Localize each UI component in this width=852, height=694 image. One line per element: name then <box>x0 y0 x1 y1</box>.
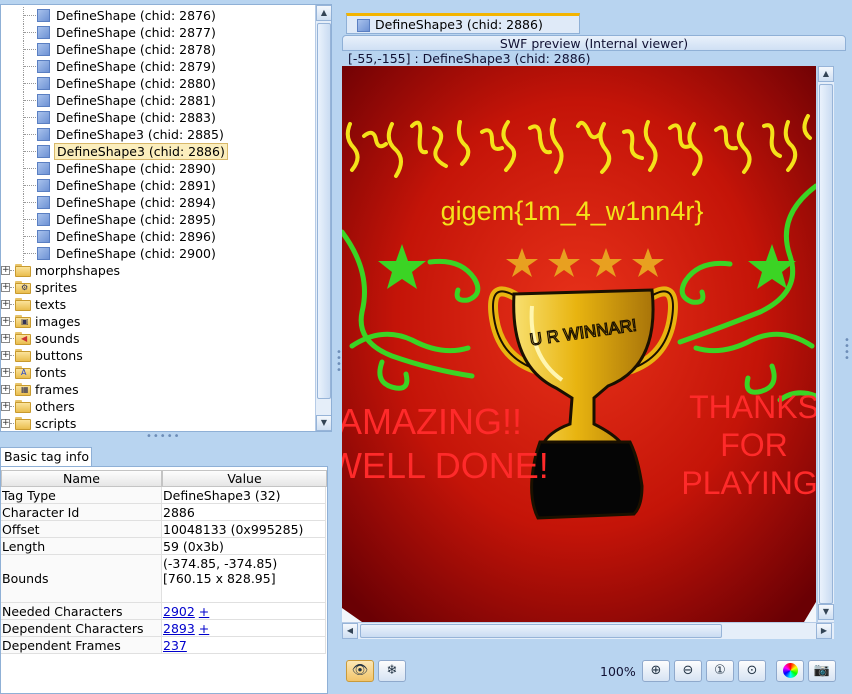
thanks-text: THANKS <box>689 389 816 425</box>
dependent-character-link[interactable]: 2893 <box>163 621 195 636</box>
folder-icon <box>15 349 31 362</box>
shape-icon <box>37 77 50 90</box>
folder-icon: ▣ <box>15 315 31 328</box>
tag-tree-panel: DefineShape (chid: 2876) DefineShape (ch… <box>0 4 332 432</box>
playing-text: PLAYING! <box>681 465 816 501</box>
preview-hscroll-thumb[interactable] <box>360 624 722 638</box>
shape-icon <box>37 111 50 124</box>
needed-characters-expand-link[interactable]: + <box>199 604 209 619</box>
for-text: FOR <box>720 427 788 463</box>
zoom-out-icon[interactable]: ⊖ <box>674 660 702 682</box>
table-row: Length 59 (0x3b) <box>1 538 327 555</box>
table-row: Offset 10048133 (0x995285) <box>1 521 327 538</box>
zoom-fit-icon[interactable]: ① <box>706 660 734 682</box>
table-row: Dependent Frames 237 <box>1 637 327 654</box>
preview-vscroll-thumb[interactable] <box>819 84 833 604</box>
horizontal-splitter-grip[interactable]: ••••• <box>146 432 182 442</box>
preview-area: • • • • • • • • DefineShape3 (chid: 2886) SWF … <box>336 0 852 694</box>
scroll-up-icon[interactable]: ▲ <box>818 66 834 82</box>
folder-icon <box>15 400 31 413</box>
folder-icon <box>15 264 31 277</box>
expand-icon[interactable]: + <box>1 368 10 377</box>
shape-icon <box>37 247 50 260</box>
dependent-characters-expand-link[interactable]: + <box>199 621 209 636</box>
scroll-up-icon[interactable]: ▲ <box>316 5 331 21</box>
preview-horizontal-scrollbar[interactable]: ◀ ▶ <box>342 622 834 639</box>
preview-vertical-scrollbar[interactable]: ▲ ▼ <box>817 66 834 622</box>
folder-icon: ▦ <box>15 383 31 396</box>
swf-preview-header: SWF preview (Internal viewer) <box>342 35 846 51</box>
expand-icon[interactable]: + <box>1 419 10 428</box>
shape-icon <box>37 60 50 73</box>
scroll-left-icon[interactable]: ◀ <box>342 623 358 639</box>
expand-icon[interactable]: + <box>1 385 10 394</box>
needed-character-link[interactable]: 2902 <box>163 604 195 619</box>
scroll-down-icon[interactable]: ▼ <box>316 415 331 431</box>
column-header-name[interactable]: Name <box>1 470 162 487</box>
tab-defineshape3-2886[interactable]: DefineShape3 (chid: 2886) <box>346 13 580 34</box>
expand-icon[interactable]: + <box>1 283 10 292</box>
shape-icon <box>37 26 50 39</box>
basic-tag-info-panel: Name Value Tag Type DefineShape3 (32) Ch… <box>0 466 328 694</box>
folder-icon <box>15 298 31 311</box>
scroll-down-icon[interactable]: ▼ <box>818 604 834 620</box>
shape-icon <box>37 128 50 141</box>
zoom-in-icon[interactable]: ⊕ <box>642 660 670 682</box>
table-row: Bounds (-374.85, -374.85)[760.15 x 828.9… <box>1 555 327 603</box>
shape-icon <box>357 19 370 32</box>
expand-icon[interactable]: + <box>1 317 10 326</box>
expand-icon[interactable]: + <box>1 402 10 411</box>
coordinates-label: [-55,-155] : DefineShape3 (chid: 2886) <box>348 51 591 66</box>
table-row: Needed Characters 2902 + <box>1 603 327 620</box>
shape-icon <box>37 196 50 209</box>
scroll-right-icon[interactable]: ▶ <box>816 623 832 639</box>
eye-icon[interactable]: 👁 <box>346 660 374 682</box>
color-wheel-icon[interactable] <box>776 660 804 682</box>
expand-icon[interactable]: + <box>1 266 10 275</box>
zoom-reset-icon[interactable]: ⊙ <box>738 660 766 682</box>
table-row: Dependent Characters 2893 + <box>1 620 327 637</box>
shape-icon <box>37 43 50 56</box>
table-header: Name Value <box>1 470 327 487</box>
amazing-text: AMAZING!! <box>342 401 522 442</box>
folder-icon: ◀ <box>15 332 31 345</box>
shape-icon <box>37 94 50 107</box>
shape-icon <box>37 9 50 22</box>
tag-tree: DefineShape (chid: 2876) DefineShape (ch… <box>1 5 315 431</box>
tab-basic-tag-info[interactable]: Basic tag info <box>0 447 92 466</box>
flag-text: gigem{1m_4_w1nn4r} <box>441 196 704 226</box>
shape-icon <box>37 213 50 226</box>
shape-icon <box>37 179 50 192</box>
folder-icon: ⚙ <box>15 281 31 294</box>
dependent-frame-link[interactable]: 237 <box>163 638 187 653</box>
expand-icon[interactable]: + <box>1 334 10 343</box>
camera-icon[interactable]: 📷 <box>808 660 836 682</box>
column-header-value[interactable]: Value <box>162 470 327 487</box>
tree-scroll-thumb[interactable] <box>317 23 331 399</box>
shape-icon <box>37 162 50 175</box>
table-row: Character Id 2886 <box>1 504 327 521</box>
folder-icon <box>15 417 31 430</box>
swf-preview-canvas[interactable]: gigem{1m_4_w1nn4r} U R WINNAR! AMAZING!!… <box>342 66 816 622</box>
well-done-text: WELL DONE! <box>342 445 549 486</box>
snowflake-icon[interactable]: ❄ <box>378 660 406 682</box>
expand-icon[interactable]: + <box>1 300 10 309</box>
expand-icon[interactable]: + <box>1 351 10 360</box>
right-splitter-grip[interactable]: • • • • <box>844 336 850 364</box>
table-row: Tag Type DefineShape3 (32) <box>1 487 327 504</box>
shape-icon <box>37 145 50 158</box>
shape-icon <box>37 230 50 243</box>
zoom-level: 100% <box>600 664 636 679</box>
preview-toolbar: 👁 ❄ 100% ⊕ ⊖ ① ⊙ 📷 <box>342 652 846 694</box>
folder-icon: A <box>15 366 31 379</box>
tree-vertical-scrollbar[interactable]: ▲ ▼ <box>315 5 331 431</box>
